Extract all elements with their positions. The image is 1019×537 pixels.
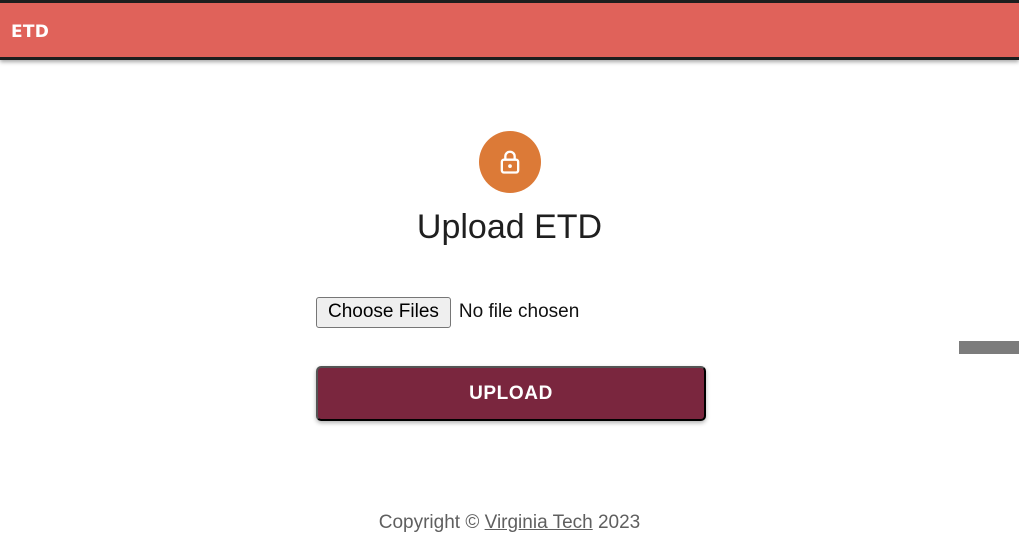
copyright-text: Copyright © (378, 512, 480, 533)
lock-avatar (479, 131, 541, 193)
lock-icon (500, 150, 520, 174)
choose-files-button[interactable]: Choose Files (316, 296, 451, 328)
app-title: ETD (11, 22, 50, 42)
upload-button[interactable]: UPLOAD (316, 366, 706, 421)
page: ETD Upload ETD Choose Files No file chos… (0, 0, 1019, 537)
side-scroll-bar (959, 341, 1019, 354)
page-title: Upload ETD (416, 208, 603, 246)
footer: Copyright © Virginia Tech 2023 (0, 512, 1019, 534)
file-chooser: Choose Files No file chosen (316, 296, 579, 328)
file-status-text: No file chosen (458, 301, 580, 322)
virginia-tech-link[interactable]: Virginia Tech (485, 512, 593, 533)
copyright-year: 2023 (597, 512, 641, 533)
app-bar: ETD (0, 0, 1019, 60)
